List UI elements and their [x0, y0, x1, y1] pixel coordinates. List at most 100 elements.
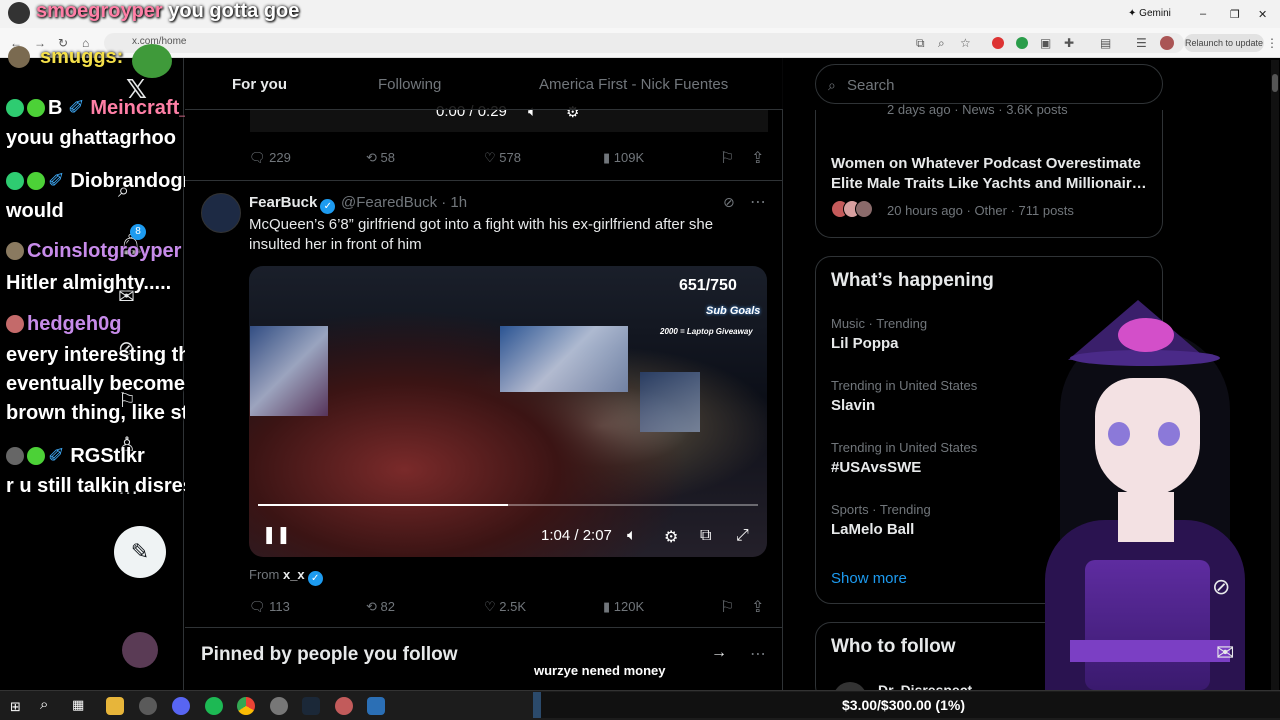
- vscode-icon[interactable]: [367, 697, 385, 715]
- trend-name[interactable]: Lil Poppa: [831, 335, 899, 352]
- tab-following[interactable]: Following: [378, 76, 441, 93]
- tab-list-icon[interactable]: ☰: [1136, 36, 1147, 50]
- trend-name[interactable]: LaMelo Ball: [831, 521, 914, 538]
- more-icon[interactable]: ⋯: [750, 192, 766, 212]
- chat-user: Coinslotgroyper: [27, 240, 182, 262]
- news-meta: 20 hours ago · Other · 711 posts: [887, 203, 1074, 218]
- video-frame-detail: [250, 326, 328, 416]
- chat-line-0: smoegroyper you gotta goe: [6, 0, 299, 23]
- arrow-right-icon[interactable]: →: [711, 644, 727, 662]
- search-icon[interactable]: ⌕: [40, 696, 48, 713]
- more-icon[interactable]: ⋯: [750, 644, 766, 664]
- tab-for-you[interactable]: For you: [232, 76, 287, 93]
- scrollbar-thumb[interactable]: [1272, 74, 1278, 92]
- chat-line-5: Coinslotgroyper: [6, 240, 181, 263]
- reply-button[interactable]: 🗨︎ 113: [249, 599, 290, 615]
- spotify-icon[interactable]: [205, 697, 223, 715]
- messages-icon[interactable]: ✉: [1216, 640, 1234, 666]
- extension-icon[interactable]: ▣: [1040, 36, 1051, 50]
- bookmark-star-icon[interactable]: ☆: [960, 36, 971, 50]
- views-button[interactable]: ▮ 109K: [603, 150, 644, 166]
- author-name[interactable]: FearBuck ✓: [249, 194, 336, 214]
- gemini-button[interactable]: ✦ Gemini: [1128, 8, 1171, 19]
- chrome-icon[interactable]: [237, 697, 255, 715]
- picture-in-picture-icon[interactable]: ⧉: [700, 527, 711, 545]
- show-more-link[interactable]: Show more: [831, 570, 907, 587]
- share-icon[interactable]: ⇪: [751, 148, 764, 168]
- from-user[interactable]: x_x: [283, 567, 305, 582]
- trend-name[interactable]: Slavin: [831, 397, 875, 414]
- extension-icon[interactable]: [992, 37, 1004, 49]
- chat-message: youu ghattagrhoo: [6, 127, 176, 149]
- app-icon[interactable]: [335, 697, 353, 715]
- profile-avatar[interactable]: [1160, 36, 1174, 50]
- start-icon[interactable]: ⊞: [10, 699, 21, 715]
- chat-message: you gotta goe: [168, 0, 300, 22]
- tab-america-first[interactable]: America First - Nick Fuentes: [539, 76, 728, 93]
- discord-icon[interactable]: [172, 697, 190, 715]
- steam-icon[interactable]: [302, 697, 320, 715]
- minimize-icon[interactable]: –: [1200, 8, 1206, 20]
- views-button[interactable]: ▮ 120K: [603, 599, 644, 615]
- whats-happening-title: What’s happening: [831, 270, 994, 291]
- repost-button[interactable]: ⟲ 82: [366, 599, 395, 615]
- trend-name[interactable]: #USAvsSWE: [831, 459, 921, 476]
- trend-category: Trending in United States: [831, 378, 978, 393]
- chat-message: Hitler almighty.....: [6, 272, 172, 294]
- sidepanel-icon[interactable]: ▤: [1100, 36, 1111, 50]
- divider: [185, 627, 783, 628]
- chat-avatar: [8, 46, 30, 68]
- chat-user: RGStlkr: [70, 445, 145, 467]
- pause-icon[interactable]: ❚❚: [262, 525, 291, 545]
- video-counter: 651/750: [679, 277, 737, 294]
- restore-icon[interactable]: ❐: [1230, 8, 1240, 21]
- settings-icon[interactable]: ⚙: [664, 527, 678, 547]
- who-to-follow-title: Who to follow: [831, 636, 956, 657]
- reply-button[interactable]: 🗨︎ 229: [249, 150, 291, 166]
- bookmark-icon[interactable]: ⚐: [720, 597, 734, 617]
- like-button[interactable]: ♡ 2.5K: [484, 599, 526, 615]
- news-item-title[interactable]: Women on Whatever Podcast Overestimate E…: [831, 154, 1151, 194]
- volume-icon[interactable]: 🔈︎: [627, 527, 637, 545]
- scrollbar[interactable]: [1271, 60, 1279, 690]
- notification-badge: 8: [130, 224, 146, 240]
- pepe-emote: [132, 44, 172, 78]
- app-icon[interactable]: [270, 697, 288, 715]
- vtuber-hat-brim: [1070, 350, 1220, 366]
- chat-message: would: [6, 200, 64, 222]
- relaunch-button[interactable]: Relaunch to update: [1184, 34, 1264, 52]
- chat-user: smoegroyper: [36, 0, 163, 22]
- previous-video[interactable]: [250, 110, 768, 132]
- fullscreen-icon[interactable]: ⤢: [736, 527, 749, 545]
- obs-icon[interactable]: [139, 697, 157, 715]
- search-icon: ⌕: [828, 77, 836, 93]
- author-handle[interactable]: @FearedBuck · 1h: [341, 194, 467, 211]
- puzzle-icon[interactable]: ✚: [1064, 36, 1074, 50]
- grok-icon[interactable]: ⊘: [723, 194, 735, 211]
- trend-category: Music · Trending: [831, 316, 928, 331]
- task-view-icon[interactable]: ▦: [72, 697, 84, 713]
- more-menu-icon[interactable]: ⋮: [1266, 36, 1278, 50]
- extension-icon[interactable]: [1016, 37, 1028, 49]
- install-icon[interactable]: ⧉: [916, 36, 925, 51]
- grok-icon[interactable]: ⊘: [1212, 574, 1230, 600]
- verified-icon: ✓: [320, 199, 336, 214]
- from-line: From x_x ✓: [249, 567, 323, 586]
- account-avatar[interactable]: [122, 632, 158, 668]
- bookmark-icon[interactable]: ⚐: [720, 148, 734, 168]
- close-icon[interactable]: ✕: [1258, 8, 1267, 21]
- repost-button[interactable]: ⟲ 58: [366, 150, 395, 166]
- file-explorer-icon[interactable]: [106, 697, 124, 715]
- pinned-section-title: Pinned by people you follow: [201, 644, 458, 665]
- post-text: McQueen’s 6’8” girlfriend got into a fig…: [249, 216, 714, 253]
- post-button[interactable]: ✎: [114, 526, 166, 578]
- zoom-icon[interactable]: ⌕: [938, 36, 945, 51]
- like-button[interactable]: ♡ 578: [484, 150, 521, 166]
- author-avatar[interactable]: [201, 193, 241, 233]
- vtuber-hat-flower: [1118, 318, 1174, 352]
- share-icon[interactable]: ⇪: [751, 597, 764, 617]
- video-frame-detail: [500, 326, 628, 392]
- vtuber-eye: [1108, 422, 1130, 446]
- vtuber-eye: [1158, 422, 1180, 446]
- video-progress-fill: [258, 504, 508, 506]
